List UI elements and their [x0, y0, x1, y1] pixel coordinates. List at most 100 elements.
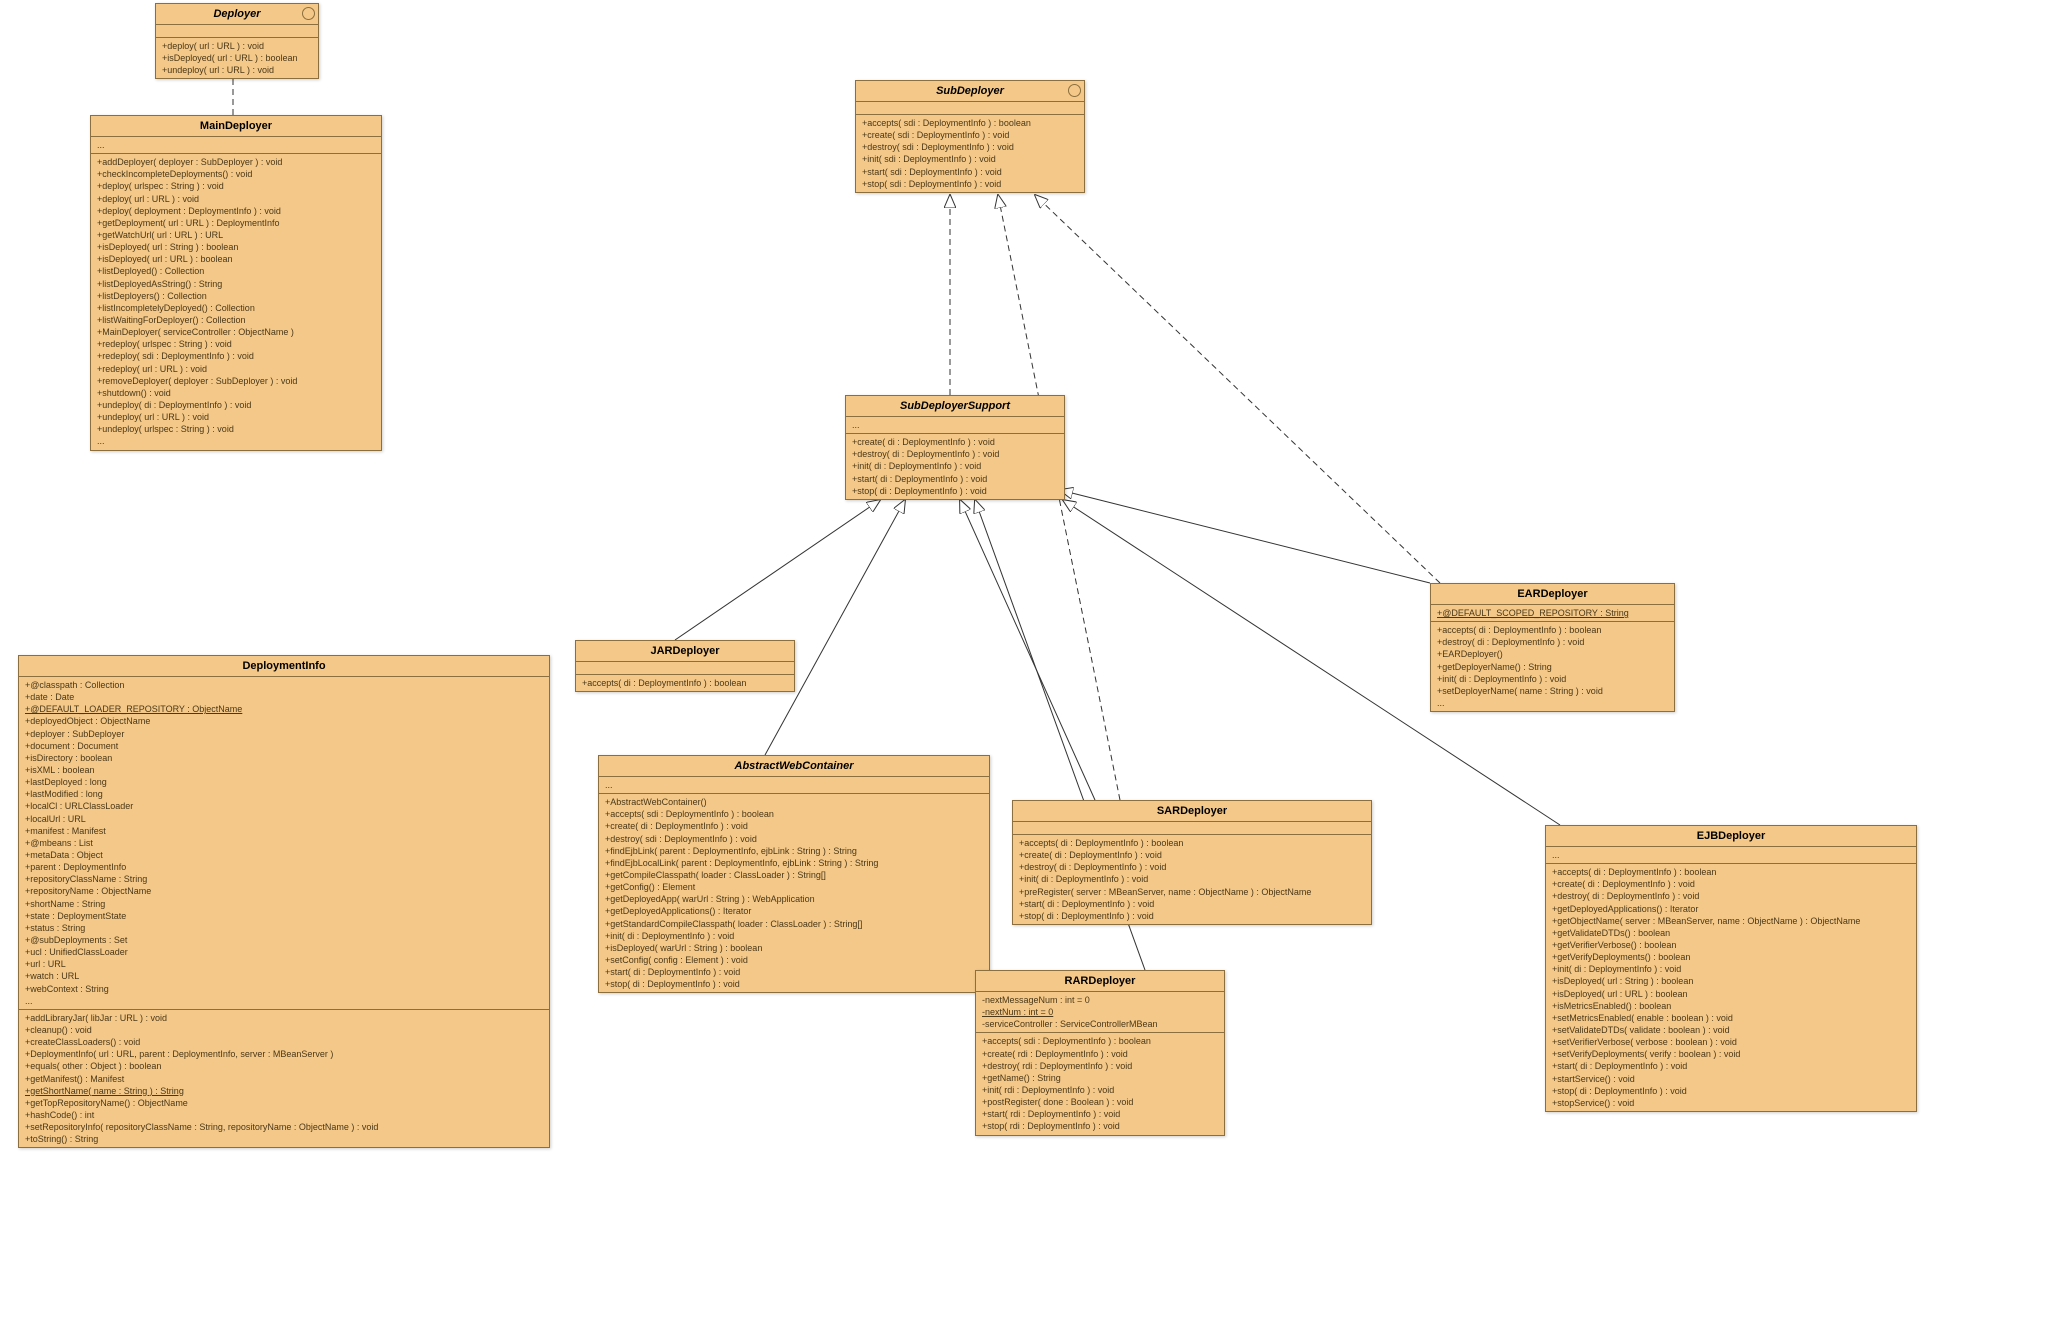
uml-member: +@subDeployments : Set: [25, 934, 543, 946]
class-rar-deployer: RARDeployer -nextMessageNum : int = 0-ne…: [975, 970, 1225, 1136]
uml-member: ...: [852, 419, 1058, 431]
uml-member: -serviceController : ServiceControllerMB…: [982, 1018, 1218, 1030]
uml-member: +getDeployedApp( warUrl : String ) : Web…: [605, 893, 983, 905]
class-ejb-deployer: EJBDeployer ... +accepts( di : Deploymen…: [1545, 825, 1917, 1112]
class-abstract-web-container: AbstractWebContainer ... +AbstractWebCon…: [598, 755, 990, 993]
uml-member: +start( di : DeploymentInfo ) : void: [852, 473, 1058, 485]
uml-member: +init( di : DeploymentInfo ) : void: [1437, 673, 1668, 685]
uml-member: +getShortName( name : String ) : String: [25, 1085, 543, 1097]
uml-member: +getConfig() : Element: [605, 881, 983, 893]
uml-member: +accepts( di : DeploymentInfo ) : boolea…: [582, 677, 788, 689]
class-ear-deployer: EARDeployer +@DEFAULT_SCOPED_REPOSITORY …: [1430, 583, 1675, 712]
uml-member: +deploy( deployment : DeploymentInfo ) :…: [97, 205, 375, 217]
uml-member: +destroy( di : DeploymentInfo ) : void: [852, 448, 1058, 460]
uml-member: +lastDeployed : long: [25, 776, 543, 788]
uml-member: +start( di : DeploymentInfo ) : void: [1552, 1060, 1910, 1072]
uml-member: +startService() : void: [1552, 1073, 1910, 1085]
uml-member: +metaData : Object: [25, 849, 543, 861]
uml-member: +isDeployed( url : URL ) : boolean: [97, 253, 375, 265]
uml-member: +hashCode() : int: [25, 1109, 543, 1121]
uml-member: +destroy( sdi : DeploymentInfo ) : void: [605, 833, 983, 845]
uml-member: ...: [605, 779, 983, 791]
uml-member: +@mbeans : List: [25, 837, 543, 849]
uml-member: +isDeployed( url : String ) : boolean: [1552, 975, 1910, 987]
uml-member: +redeploy( url : URL ) : void: [97, 363, 375, 375]
uml-member: +accepts( di : DeploymentInfo ) : boolea…: [1552, 866, 1910, 878]
uml-member: +listIncompletelyDeployed() : Collection: [97, 302, 375, 314]
uml-member: +listDeployers() : Collection: [97, 290, 375, 302]
uml-member: +findEjbLocalLink( parent : DeploymentIn…: [605, 857, 983, 869]
class-deployment-info: DeploymentInfo +@classpath : Collection+…: [18, 655, 550, 1148]
uml-member: +url : URL: [25, 958, 543, 970]
uml-member: +setMetricsEnabled( enable : boolean ) :…: [1552, 1012, 1910, 1024]
uml-member: +create( rdi : DeploymentInfo ) : void: [982, 1048, 1218, 1060]
uml-member: +destroy( sdi : DeploymentInfo ) : void: [862, 141, 1078, 153]
uml-member: +init( di : DeploymentInfo ) : void: [1552, 963, 1910, 975]
class-title: DeploymentInfo: [19, 656, 549, 677]
uml-member: +redeploy( urlspec : String ) : void: [97, 338, 375, 350]
uml-member: +create( di : DeploymentInfo ) : void: [1552, 878, 1910, 890]
uml-member: +init( sdi : DeploymentInfo ) : void: [862, 153, 1078, 165]
uml-member: +removeDeployer( deployer : SubDeployer …: [97, 375, 375, 387]
class-sar-deployer: SARDeployer +accepts( di : DeploymentInf…: [1012, 800, 1372, 925]
uml-member: +listDeployedAsString() : String: [97, 278, 375, 290]
uml-member: +localCl : URLClassLoader: [25, 800, 543, 812]
uml-member: +start( di : DeploymentInfo ) : void: [605, 966, 983, 978]
uml-member: +status : String: [25, 922, 543, 934]
uml-member: +createClassLoaders() : void: [25, 1036, 543, 1048]
uml-member: +stop( di : DeploymentInfo ) : void: [1552, 1085, 1910, 1097]
uml-member: +start( rdi : DeploymentInfo ) : void: [982, 1108, 1218, 1120]
uml-member: +undeploy( url : URL ) : void: [97, 411, 375, 423]
uml-member: +isDeployed( url : String ) : boolean: [97, 241, 375, 253]
uml-member: +getWatchUrl( url : URL ) : URL: [97, 229, 375, 241]
uml-member: +accepts( sdi : DeploymentInfo ) : boole…: [605, 808, 983, 820]
uml-member: +redeploy( sdi : DeploymentInfo ) : void: [97, 350, 375, 362]
uml-member: +addLibraryJar( libJar : URL ) : void: [25, 1012, 543, 1024]
uml-member: +AbstractWebContainer(): [605, 796, 983, 808]
uml-member: +getDeployedApplications() : Iterator: [1552, 903, 1910, 915]
uml-member: +deploy( url : URL ) : void: [97, 193, 375, 205]
uml-member: +create( sdi : DeploymentInfo ) : void: [862, 129, 1078, 141]
uml-member: +parent : DeploymentInfo: [25, 861, 543, 873]
class-title: JARDeployer: [576, 641, 794, 662]
uml-member: +accepts( sdi : DeploymentInfo ) : boole…: [862, 117, 1078, 129]
class-deployer: Deployer +deploy( url : URL ) : void+isD…: [155, 3, 319, 79]
uml-member: +postRegister( done : Boolean ) : void: [982, 1096, 1218, 1108]
uml-member: +destroy( di : DeploymentInfo ) : void: [1019, 861, 1365, 873]
uml-member: +ucl : UnifiedClassLoader: [25, 946, 543, 958]
uml-member: +getDeployedApplications() : Iterator: [605, 905, 983, 917]
uml-member: -nextNum : int = 0: [982, 1006, 1218, 1018]
class-title: AbstractWebContainer: [599, 756, 989, 777]
uml-member: +init( rdi : DeploymentInfo ) : void: [982, 1084, 1218, 1096]
uml-member: +stop( rdi : DeploymentInfo ) : void: [982, 1120, 1218, 1132]
uml-member: ...: [1437, 697, 1668, 709]
uml-member: +create( di : DeploymentInfo ) : void: [1019, 849, 1365, 861]
uml-member: +repositoryName : ObjectName: [25, 885, 543, 897]
uml-member: +isXML : boolean: [25, 764, 543, 776]
uml-member: +isDirectory : boolean: [25, 752, 543, 764]
uml-member: +getTopRepositoryName() : ObjectName: [25, 1097, 543, 1109]
uml-member: +lastModified : long: [25, 788, 543, 800]
uml-member: +equals( other : Object ) : boolean: [25, 1060, 543, 1072]
uml-member: +deployedObject : ObjectName: [25, 715, 543, 727]
uml-member: +destroy( rdi : DeploymentInfo ) : void: [982, 1060, 1218, 1072]
uml-member: +stop( di : DeploymentInfo ) : void: [1019, 910, 1365, 922]
uml-member: +deployer : SubDeployer: [25, 728, 543, 740]
uml-member: +stop( sdi : DeploymentInfo ) : void: [862, 178, 1078, 190]
uml-member: +getManifest() : Manifest: [25, 1073, 543, 1085]
uml-member: +repositoryClassName : String: [25, 873, 543, 885]
uml-member: +EARDeployer(): [1437, 648, 1668, 660]
uml-member: +init( di : DeploymentInfo ) : void: [852, 460, 1058, 472]
class-title: SubDeployer: [856, 81, 1084, 102]
class-sub-deployer-support: SubDeployerSupport ... +create( di : Dep…: [845, 395, 1065, 500]
uml-member: +checkIncompleteDeployments() : void: [97, 168, 375, 180]
uml-member: +destroy( di : DeploymentInfo ) : void: [1437, 636, 1668, 648]
uml-member: +document : Document: [25, 740, 543, 752]
uml-member: +setConfig( config : Element ) : void: [605, 954, 983, 966]
uml-member: ...: [97, 139, 375, 151]
uml-member: +watch : URL: [25, 970, 543, 982]
uml-member: +shortName : String: [25, 898, 543, 910]
uml-member: +manifest : Manifest: [25, 825, 543, 837]
uml-member: +isDeployed( url : URL ) : boolean: [162, 52, 312, 64]
class-title: RARDeployer: [976, 971, 1224, 992]
